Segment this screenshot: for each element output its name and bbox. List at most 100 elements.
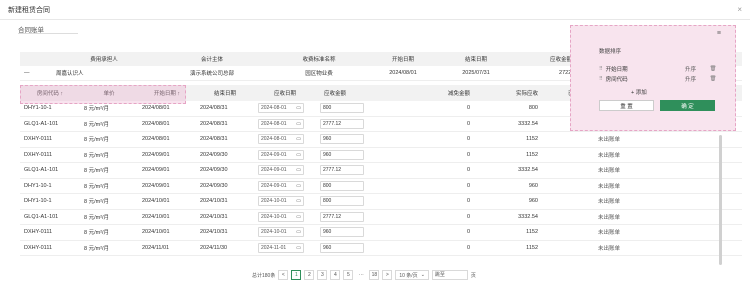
- delete-icon[interactable]: 🗑: [709, 76, 717, 82]
- paid-amount: [542, 178, 594, 194]
- amount-input[interactable]: 800: [320, 196, 364, 207]
- page-button[interactable]: 4: [330, 270, 341, 280]
- amount-input[interactable]: 800: [320, 103, 364, 113]
- amount-input[interactable]: 2777.12: [320, 165, 364, 176]
- column-header[interactable]: 开始日期 ↑: [138, 85, 196, 101]
- start-date: 2024/08/01: [138, 100, 196, 117]
- amount-input[interactable]: 960: [320, 227, 364, 238]
- page-button[interactable]: 1: [291, 270, 302, 280]
- amount-input[interactable]: 800: [320, 180, 364, 191]
- amount-input[interactable]: 960: [320, 134, 364, 145]
- reduce-amount: 0: [406, 209, 474, 225]
- page-button[interactable]: 3: [317, 270, 328, 280]
- room-code: DHY1-10-1: [20, 100, 80, 117]
- add-sort-button[interactable]: + 添加: [631, 88, 647, 96]
- start-date: 2024/10/01: [138, 224, 196, 241]
- page-button[interactable]: 2: [304, 270, 315, 280]
- due-date-picker[interactable]: 2024-09-01 ▭: [258, 165, 304, 176]
- table-row: DXHY-0111 8 元/m²/月 2024/10/01 2024/10/31 202…: [20, 224, 742, 241]
- column-header[interactable]: 减免金额: [406, 85, 474, 101]
- unit-price: 8 元/m²/月: [80, 193, 138, 210]
- prev-page-button[interactable]: <: [278, 270, 289, 280]
- unit-price: 8 元/m²/月: [80, 224, 138, 241]
- room-code: DXHY-0111: [20, 131, 80, 148]
- calendar-icon: ▭: [296, 136, 301, 143]
- actual-amount: 960: [474, 193, 542, 210]
- calendar-icon: ▭: [296, 105, 301, 111]
- reset-button[interactable]: 重 置: [599, 100, 654, 111]
- room-code: DHY1-10-1: [20, 193, 80, 210]
- room-code: DXHY-0111: [20, 224, 80, 241]
- sort-rule[interactable]: ⠿ 开始日期 升序 🗑: [599, 64, 717, 74]
- drag-handle-icon[interactable]: ⠿: [599, 66, 603, 72]
- close-icon[interactable]: ×: [737, 5, 742, 14]
- chevron-down-icon: ⌄: [420, 272, 425, 278]
- sort-rule[interactable]: ⠿ 房间代码 升序 🗑: [599, 74, 717, 84]
- unit-price: 8 元/m²/月: [80, 100, 138, 117]
- end-date: 2024/09/30: [196, 178, 254, 194]
- due-date-picker[interactable]: 2024-08-01 ▭: [258, 134, 304, 145]
- column-header[interactable]: 应收金额: [316, 85, 406, 101]
- calendar-icon: ▭: [296, 244, 301, 251]
- unit-price: 8 元/m²/月: [80, 162, 138, 179]
- start-date: 2024/10/01: [138, 209, 196, 225]
- column-header[interactable]: 结束日期: [196, 85, 254, 101]
- due-date-picker[interactable]: 2024-11-01 ▭: [258, 242, 304, 253]
- due-date-picker[interactable]: 2024-10-01 ▭: [258, 196, 304, 207]
- jump-input[interactable]: 跳至: [431, 270, 468, 280]
- section-divider: [18, 33, 78, 34]
- vertical-scrollbar[interactable]: [719, 135, 722, 265]
- due-date-picker[interactable]: 2024-09-01 ▭: [258, 180, 304, 191]
- paid-amount: [542, 131, 594, 148]
- start-date: 2024/09/01: [138, 178, 196, 194]
- page-size-select[interactable]: 10 条/页 ⌄: [395, 270, 429, 280]
- summary-header: 开始日期: [391, 57, 414, 63]
- calendar-icon: ▭: [296, 198, 301, 205]
- actual-amount: 960: [474, 178, 542, 194]
- confirm-button[interactable]: 确 定: [660, 100, 715, 111]
- room-code: DHY1-10-1: [20, 178, 80, 194]
- paid-amount: [542, 147, 594, 163]
- menu-icon[interactable]: ≡: [717, 30, 721, 37]
- amount-input[interactable]: 960: [320, 242, 364, 253]
- sort-panel: ≡ 数据排序 ⠿ 开始日期 升序 🗑 ⠿ 房间代码 升序 🗑 + 添加 重 置 …: [570, 25, 736, 131]
- amount-input[interactable]: 960: [320, 149, 364, 160]
- room-code: GLQ1-A1-101: [20, 209, 80, 225]
- due-date-picker[interactable]: 2024-08-01 ▭: [258, 118, 304, 129]
- page-ellipsis[interactable]: ···: [356, 270, 367, 280]
- actual-amount: 800: [474, 100, 542, 117]
- due-date-picker[interactable]: 2024-09-01 ▭: [258, 149, 304, 160]
- reduce-amount: 0: [406, 193, 474, 210]
- unit-price: 8 元/m²/月: [80, 209, 138, 225]
- page-button[interactable]: 18: [369, 270, 380, 280]
- reduce-amount: 0: [406, 178, 474, 194]
- sort-order[interactable]: 升序: [685, 75, 709, 83]
- room-code: DXHY-0111: [20, 147, 80, 163]
- end-date: 2024/10/31: [196, 209, 254, 225]
- table-row: DXHY-0111 8 元/m²/月 2024/08/01 2024/08/31 202…: [20, 131, 742, 148]
- actual-amount: 1152: [474, 240, 542, 256]
- start-date: 2024/08/01: [138, 131, 196, 148]
- column-header[interactable]: 应收日期: [254, 85, 316, 101]
- due-date-picker[interactable]: 2024-10-01 ▭: [258, 211, 304, 222]
- amount-input[interactable]: 2777.12: [320, 211, 364, 222]
- column-header[interactable]: 实际应收: [474, 85, 542, 101]
- end-date: 2024/10/31: [196, 224, 254, 241]
- summary-header: 会计主体: [200, 57, 223, 63]
- column-header[interactable]: 单价: [80, 85, 138, 101]
- start-date: 2024/09/01: [138, 162, 196, 179]
- next-page-button[interactable]: >: [382, 270, 393, 280]
- actual-amount: 1152: [474, 131, 542, 148]
- sort-order[interactable]: 升序: [685, 65, 709, 73]
- page-button[interactable]: 5: [343, 270, 354, 280]
- calendar-icon: ▭: [296, 151, 301, 158]
- table-row: DXHY-0111 8 元/m²/月 2024/09/01 2024/09/30 202…: [20, 147, 742, 163]
- unit-price: 8 元/m²/月: [80, 147, 138, 163]
- calendar-icon: ▭: [296, 120, 301, 127]
- drag-handle-icon[interactable]: ⠿: [599, 76, 603, 82]
- amount-input[interactable]: 2777.12: [320, 118, 364, 129]
- due-date-picker[interactable]: 2024-10-01 ▭: [258, 227, 304, 238]
- delete-icon[interactable]: 🗑: [709, 66, 717, 72]
- column-header[interactable]: 房间代码 ↑: [20, 85, 80, 101]
- due-date-picker[interactable]: 2024-08-01 ▭: [258, 103, 304, 113]
